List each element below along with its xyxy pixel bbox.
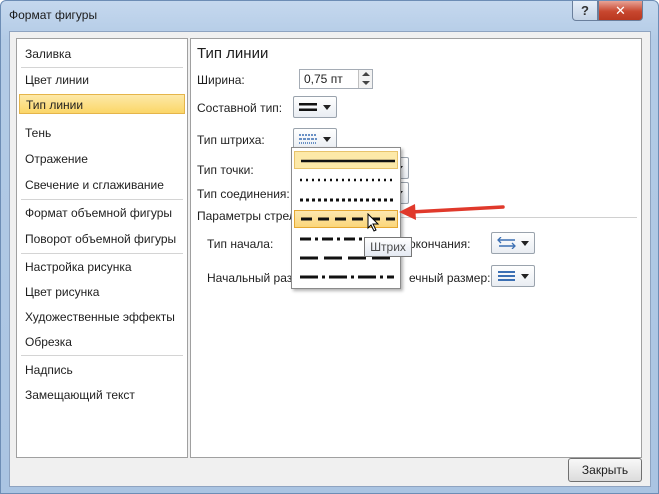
- close-window-button[interactable]: ✕: [598, 1, 643, 21]
- spin-down-icon[interactable]: [362, 81, 370, 85]
- nav-item-picture-corrections[interactable]: Настройка рисунка: [25, 257, 132, 277]
- mouse-pointer-icon: [367, 213, 380, 232]
- dash-option-dash[interactable]: [294, 210, 398, 228]
- nav-item-fill[interactable]: Заливка: [25, 44, 71, 64]
- nav-item-picture-color[interactable]: Цвет рисунка: [25, 282, 99, 302]
- dash-type-label: Тип штриха:: [197, 133, 265, 147]
- nav-item-alt-text[interactable]: Замещающий текст: [25, 385, 135, 405]
- arrow-size-icon: [498, 271, 515, 281]
- nav-item-crop[interactable]: Обрезка: [25, 332, 72, 352]
- dash-option-round-dot[interactable]: [294, 171, 398, 189]
- window-title: Формат фигуры: [9, 8, 98, 22]
- compound-lines-icon: [299, 103, 317, 111]
- title-bar: Формат фигуры ? ✕: [1, 1, 658, 31]
- nav-item-line-color[interactable]: Цвет линии: [25, 70, 89, 90]
- width-spinner[interactable]: 0,75 пт: [299, 69, 373, 89]
- nav-item-artistic-effects[interactable]: Художественные эффекты: [25, 307, 175, 327]
- nav-divider: [21, 253, 183, 254]
- dash-lines-icon: [299, 134, 317, 144]
- category-list: Заливка Цвет линии Тип линии Тень Отраже…: [16, 38, 188, 458]
- chevron-down-icon: [323, 137, 331, 142]
- begin-size-label: Начальный разм: [207, 271, 301, 285]
- long-dash-dot-line-icon: [300, 275, 394, 279]
- nav-divider: [21, 355, 183, 356]
- end-size-dropdown[interactable]: [491, 265, 535, 287]
- format-shape-dialog: Формат фигуры ? ✕ Заливка Цвет линии Тип…: [0, 0, 659, 494]
- dash-option-solid[interactable]: [294, 151, 398, 169]
- round-dot-line-icon: [300, 178, 394, 182]
- chevron-down-icon: [323, 105, 331, 110]
- dash-line-icon: [301, 217, 395, 221]
- nav-item-shadow[interactable]: Тень: [25, 123, 51, 143]
- width-label: Ширина:: [197, 73, 245, 87]
- chevron-down-icon: [521, 274, 529, 279]
- nav-item-3d-format[interactable]: Формат объемной фигуры: [25, 203, 172, 223]
- spinner-buttons[interactable]: [358, 70, 372, 88]
- end-type-label: окончания:: [409, 237, 471, 251]
- compound-type-dropdown[interactable]: [293, 96, 337, 118]
- dash-tooltip: Штрих: [364, 237, 412, 257]
- dash-type-menu: [291, 147, 401, 289]
- cap-type-label: Тип точки:: [197, 163, 254, 177]
- nav-item-reflection[interactable]: Отражение: [25, 149, 88, 169]
- square-dot-line-icon: [300, 198, 394, 202]
- nav-item-glow-soft-edges[interactable]: Свечение и сглаживание: [25, 175, 164, 195]
- nav-item-line-style[interactable]: Тип линии: [19, 94, 185, 114]
- panel-title: Тип линии: [197, 45, 269, 62]
- end-type-dropdown[interactable]: [491, 232, 535, 254]
- arrow-settings-label: Параметры стрел: [197, 209, 296, 223]
- compound-type-label: Составной тип:: [197, 101, 283, 115]
- close-button[interactable]: Закрыть: [568, 458, 642, 482]
- dash-option-long-dash-dot[interactable]: [294, 268, 398, 286]
- nav-item-3d-rotation[interactable]: Поворот объемной фигуры: [25, 229, 176, 249]
- nav-divider: [21, 67, 183, 68]
- chevron-down-icon: [521, 241, 529, 246]
- dash-option-square-dot[interactable]: [294, 191, 398, 209]
- line-style-panel: Тип линии Ширина: 0,75 пт Составной тип:…: [190, 38, 642, 458]
- spin-up-icon[interactable]: [362, 72, 370, 76]
- begin-type-label: Тип начала:: [207, 237, 274, 251]
- nav-divider: [21, 199, 183, 200]
- end-size-label: ечный размер:: [409, 271, 491, 285]
- join-type-label: Тип соединения:: [197, 187, 290, 201]
- nav-item-text-box[interactable]: Надпись: [25, 360, 73, 380]
- help-button[interactable]: ?: [572, 1, 598, 21]
- solid-line-icon: [301, 159, 395, 163]
- annotation-arrow-icon: [399, 204, 505, 220]
- arrow-type-icon: [497, 237, 516, 249]
- width-value: 0,75 пт: [304, 72, 343, 86]
